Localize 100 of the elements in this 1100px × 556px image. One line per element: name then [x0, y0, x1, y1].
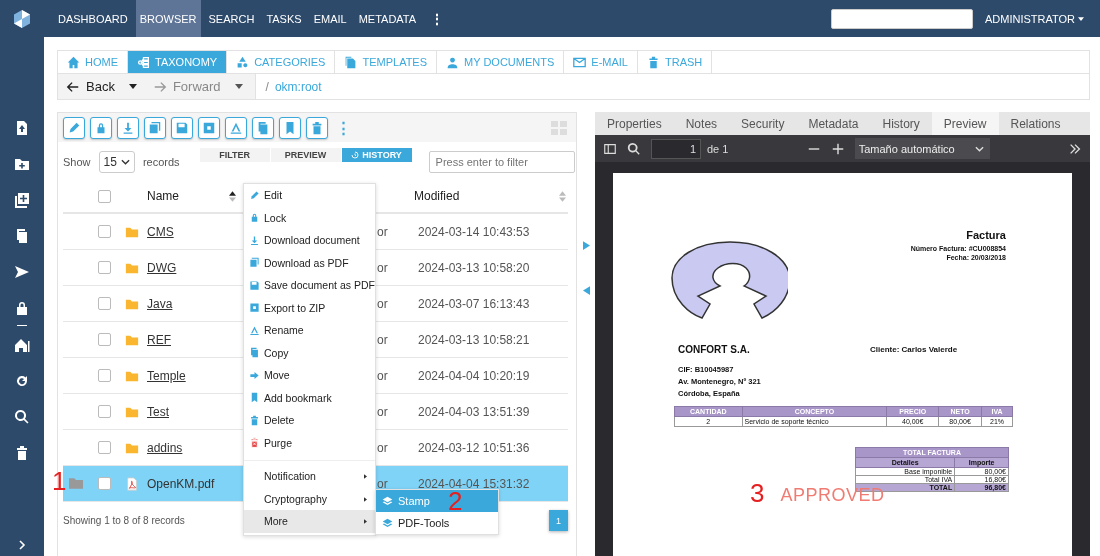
- more-menu[interactable]: ⋮: [424, 0, 451, 37]
- send-icon[interactable]: [14, 263, 30, 281]
- table-cell: 2024-04-04 15:31:32: [418, 476, 530, 491]
- expand-icon[interactable]: [18, 540, 26, 550]
- menu-item[interactable]: Move: [244, 364, 375, 387]
- expand-right-icon[interactable]: [582, 241, 590, 250]
- menu-item[interactable]: SEARCH: [204, 0, 259, 37]
- file-name-link[interactable]: OpenKM.pdf: [147, 476, 243, 491]
- trash-button[interactable]: [306, 117, 328, 139]
- archive-icon: [202, 121, 216, 135]
- file-name-link[interactable]: Temple: [147, 368, 243, 383]
- file-name-link[interactable]: Test: [147, 404, 243, 419]
- archive-button[interactable]: [198, 117, 220, 139]
- menu-item[interactable]: TASKS: [262, 0, 306, 37]
- taxonomy-icon: [137, 55, 150, 69]
- menu-item[interactable]: PDF-Tools: [376, 512, 498, 534]
- menu-item[interactable]: EMAIL: [309, 0, 351, 37]
- expand-left-icon[interactable]: [582, 286, 590, 295]
- menu-item[interactable]: DASHBOARD: [54, 0, 132, 37]
- upload-file-icon[interactable]: [14, 119, 30, 137]
- search-field[interactable]: [830, 8, 973, 29]
- menu-item[interactable]: Download as PDF: [244, 251, 375, 274]
- file-name-link[interactable]: REF: [147, 332, 243, 347]
- table-cell-text: or: [377, 296, 389, 311]
- lock-icon[interactable]: [14, 299, 30, 317]
- menu-item[interactable]: Copy: [244, 341, 375, 364]
- archive-icon: [249, 302, 260, 314]
- lock-button[interactable]: [90, 117, 112, 139]
- row-checkbox[interactable]: [98, 441, 111, 454]
- menu-item[interactable]: METADATA: [354, 0, 421, 37]
- properties-tab[interactable]: Relations: [998, 112, 1073, 135]
- properties-tab[interactable]: Metadata: [796, 112, 871, 135]
- more-tools-icon[interactable]: [1068, 141, 1082, 156]
- copy-icon: [249, 347, 260, 359]
- menu-item[interactable]: Purge: [244, 431, 375, 454]
- trash-icon[interactable]: [14, 444, 30, 462]
- chevron-icon: [974, 145, 984, 152]
- copy-icon[interactable]: [14, 227, 30, 245]
- view-tab[interactable]: FILTER: [199, 148, 271, 162]
- menu-item[interactable]: Add bookmark: [244, 386, 375, 409]
- submenu-item[interactable]: Notification: [244, 465, 375, 488]
- user-menu[interactable]: ADMINISTRATOR: [984, 12, 1084, 25]
- submenu-item[interactable]: Cryptography: [244, 487, 375, 510]
- menu-item[interactable]: Lock: [244, 206, 375, 229]
- rename-button[interactable]: [225, 117, 247, 139]
- download-button[interactable]: [117, 117, 139, 139]
- search-icon[interactable]: [627, 141, 641, 156]
- properties-tab[interactable]: Properties: [595, 112, 674, 135]
- zoom-select[interactable]: Tamaño automático: [854, 138, 990, 159]
- menu-item[interactable]: Save document as PDF: [244, 274, 375, 297]
- submenu-item[interactable]: More: [244, 510, 375, 533]
- row-checkbox[interactable]: [98, 333, 111, 346]
- page-number-field[interactable]: 1: [651, 138, 701, 159]
- row-checkbox[interactable]: [98, 369, 111, 382]
- menu-item[interactable]: BROWSER: [135, 0, 201, 37]
- filter-field[interactable]: Press enter to filter: [428, 151, 575, 173]
- file-name-link[interactable]: DWG: [147, 260, 243, 275]
- home-icon[interactable]: [14, 336, 30, 354]
- trash-icon: [249, 414, 260, 426]
- logo-icon[interactable]: [12, 8, 32, 29]
- menu-item[interactable]: Delete: [244, 409, 375, 432]
- select-all-checkbox[interactable]: [98, 189, 111, 203]
- sort-icon[interactable]: [229, 190, 236, 202]
- pencil-button[interactable]: [63, 117, 85, 139]
- sidebar-toggle-icon[interactable]: [603, 141, 617, 156]
- menu-item[interactable]: Export to ZIP: [244, 296, 375, 319]
- bookmark-button[interactable]: [279, 117, 301, 139]
- page-size-select[interactable]: 15: [98, 151, 135, 173]
- view-tab[interactable]: PREVIEW: [270, 148, 342, 162]
- column-header[interactable]: Modified: [414, 189, 460, 203]
- copy-button[interactable]: [252, 117, 274, 139]
- properties-tab[interactable]: Preview: [931, 112, 999, 135]
- row-checkbox[interactable]: [98, 405, 111, 418]
- row-checkbox[interactable]: [98, 261, 111, 274]
- bookmark-icon: [249, 392, 260, 404]
- row-checkbox[interactable]: [98, 225, 111, 238]
- table-cell: 2024-03-07 16:13:43: [418, 296, 530, 311]
- pdf-icon: [148, 121, 162, 135]
- row-checkbox[interactable]: [98, 297, 111, 310]
- file-name-link[interactable]: Java: [147, 296, 243, 311]
- column-header[interactable]: Name: [147, 189, 229, 203]
- properties-tab[interactable]: Security: [729, 112, 797, 135]
- table-cell: 2024-04-04 10:20:19: [418, 368, 530, 383]
- menu-item[interactable]: Edit: [244, 184, 375, 207]
- add-document-icon[interactable]: [14, 191, 30, 209]
- file-name-link[interactable]: addins: [147, 440, 243, 455]
- pdf-button[interactable]: [144, 117, 166, 139]
- menu-item[interactable]: Rename: [244, 319, 375, 342]
- menu-item[interactable]: Download document: [244, 229, 375, 252]
- properties-tab[interactable]: History: [870, 112, 932, 135]
- save-button[interactable]: [171, 117, 193, 139]
- annotation-number: 3: [750, 480, 765, 506]
- row-checkbox[interactable]: [98, 477, 111, 490]
- zoom-in-icon[interactable]: [830, 141, 845, 156]
- search-icon[interactable]: [14, 408, 30, 426]
- company-name: CONFORT S.A.: [678, 344, 751, 355]
- properties-tab[interactable]: Notes: [673, 112, 730, 135]
- back-button[interactable]: Back: [58, 74, 145, 99]
- home-icon: [67, 55, 80, 69]
- file-name-link[interactable]: CMS: [147, 224, 243, 239]
